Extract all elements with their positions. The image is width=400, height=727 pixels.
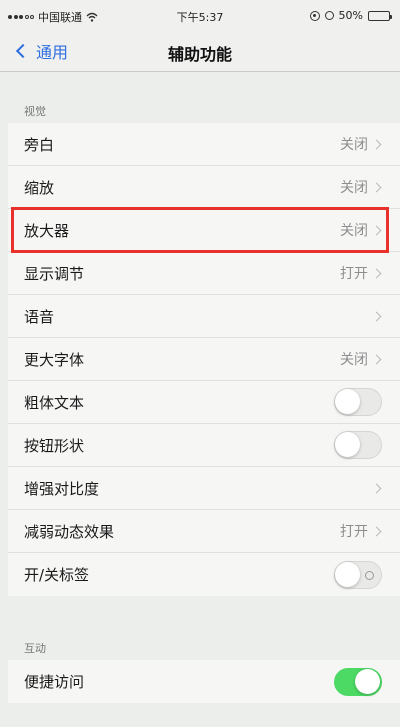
row-label: 开/关标签 (24, 566, 90, 584)
section-header-vision: 视觉 (24, 105, 46, 118)
row-label: 便捷访问 (24, 673, 85, 691)
row-value: 关闭 (340, 352, 368, 368)
row-label: 减弱动态效果 (24, 522, 115, 541)
row-reduce-motion[interactable]: 减弱动态效果 打开 (8, 510, 400, 553)
chevron-right-icon (371, 139, 382, 149)
page-title: 辅助功能 (167, 45, 232, 64)
row-button-shapes: 按钮形状 (8, 424, 400, 467)
chevron-right-icon (371, 182, 382, 192)
row-on-off-labels: 开/关标签 (8, 553, 400, 596)
row-speech[interactable]: 语音 (8, 295, 400, 338)
toggle-knob (335, 561, 360, 587)
row-value: 打开 (340, 266, 368, 282)
row-display-accommodations[interactable]: 显示调节 打开 (8, 252, 400, 295)
row-larger-text[interactable]: 更大字体 关闭 (8, 338, 400, 381)
row-label: 按钮形状 (24, 436, 85, 455)
on-off-labels-toggle[interactable] (334, 560, 382, 589)
status-bar: 中国联通 下午5:37 50% (0, 0, 400, 30)
reachability-toggle[interactable] (334, 667, 382, 696)
interaction-group: 便捷访问 (8, 660, 400, 703)
toggle-knob (355, 668, 380, 694)
row-label: 旁白 (24, 135, 55, 154)
row-value: 关闭 (340, 137, 368, 153)
status-right: 50% (309, 9, 392, 22)
row-zoom[interactable]: 缩放 关闭 (8, 166, 400, 209)
rotation-lock-icon (309, 10, 320, 21)
navigation-bar: 通用 辅助功能 (0, 30, 400, 72)
chevron-right-icon (371, 225, 382, 235)
row-value: 关闭 (340, 223, 368, 239)
chevron-right-icon (371, 268, 382, 278)
row-label: 粗体文本 (24, 393, 85, 412)
row-value: 打开 (340, 524, 368, 540)
row-voiceover[interactable]: 旁白 关闭 (8, 123, 400, 166)
toggle-knob (335, 389, 360, 414)
row-reachability: 便捷访问 (8, 660, 400, 703)
alarm-icon (324, 11, 334, 20)
battery-icon (368, 10, 392, 21)
row-value: 关闭 (340, 180, 368, 196)
section-header-interaction: 互动 (24, 642, 46, 655)
row-label: 增强对比度 (24, 479, 100, 498)
screen: 中国联通 下午5:37 50% 通用 辅助功能 视觉 旁白 关闭 缩放 关闭 放… (0, 0, 400, 727)
row-magnifier[interactable]: 放大器 关闭 (8, 209, 400, 252)
row-bold-text: 粗体文本 (8, 381, 400, 424)
row-increase-contrast[interactable]: 增强对比度 (8, 467, 400, 510)
chevron-right-icon (371, 311, 382, 321)
toggle-knob (335, 432, 360, 457)
row-label: 更大字体 (24, 350, 85, 369)
chevron-right-icon (371, 483, 382, 493)
row-label: 显示调节 (24, 264, 85, 283)
chevron-right-icon (371, 526, 382, 536)
bold-text-toggle[interactable] (334, 388, 382, 416)
battery-percent: 50% (338, 9, 363, 22)
button-shapes-toggle[interactable] (334, 431, 382, 459)
chevron-right-icon (371, 354, 382, 364)
row-label: 缩放 (24, 178, 55, 197)
row-label: 语音 (24, 307, 55, 326)
vision-group: 旁白 关闭 缩放 关闭 放大器 关闭 显示调节 打开 语音 更大字体 关闭 粗体… (8, 123, 400, 596)
row-label: 放大器 (24, 221, 70, 240)
